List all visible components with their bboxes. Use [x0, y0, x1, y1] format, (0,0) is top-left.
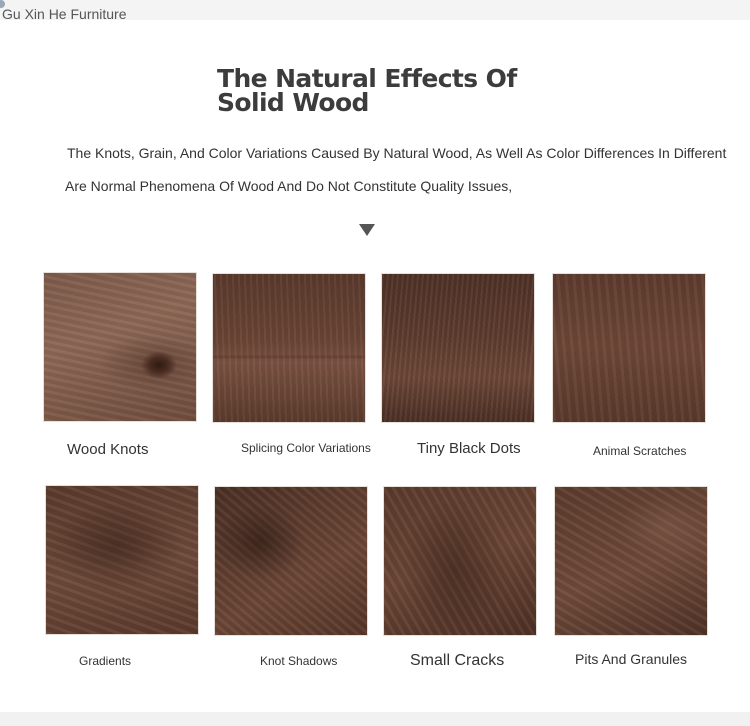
tiny-black-dots-image [381, 273, 535, 423]
down-arrow-icon [359, 224, 375, 236]
item-label-pits-granules: Pits And Granules [575, 651, 688, 667]
knot-shadows-image [214, 486, 368, 636]
pits-granules-image [554, 486, 708, 636]
top-bar: Gu Xin He Furniture [0, 0, 750, 22]
brand-name[interactable]: Gu Xin He Furniture [2, 6, 127, 22]
splicing-color-image [212, 273, 366, 423]
description-line-1: The Knots, Grain, And Color Variations C… [67, 145, 727, 161]
description-line-2: Are Normal Phenomena Of Wood And Do Not … [65, 178, 513, 194]
item-label-gradients: Gradients [79, 654, 132, 668]
item-label-wood-knots: Wood Knots [67, 441, 149, 458]
item-label-black-dots: Tiny Black Dots [417, 440, 521, 457]
page-title: The Natural Effects Of Solid Wood [217, 64, 517, 117]
gradients-image [45, 485, 199, 635]
animal-scratches-image [552, 273, 706, 423]
bottom-strip [0, 712, 750, 726]
wood-knots-image [43, 272, 197, 422]
item-label-splicing: Splicing Color Variations [241, 441, 371, 455]
item-label-small-cracks: Small Cracks [410, 652, 505, 669]
small-cracks-image [383, 486, 537, 636]
item-label-scratches: Animal Scratches [593, 444, 687, 458]
item-label-knot-shadows: Knot Shadows [260, 654, 338, 668]
